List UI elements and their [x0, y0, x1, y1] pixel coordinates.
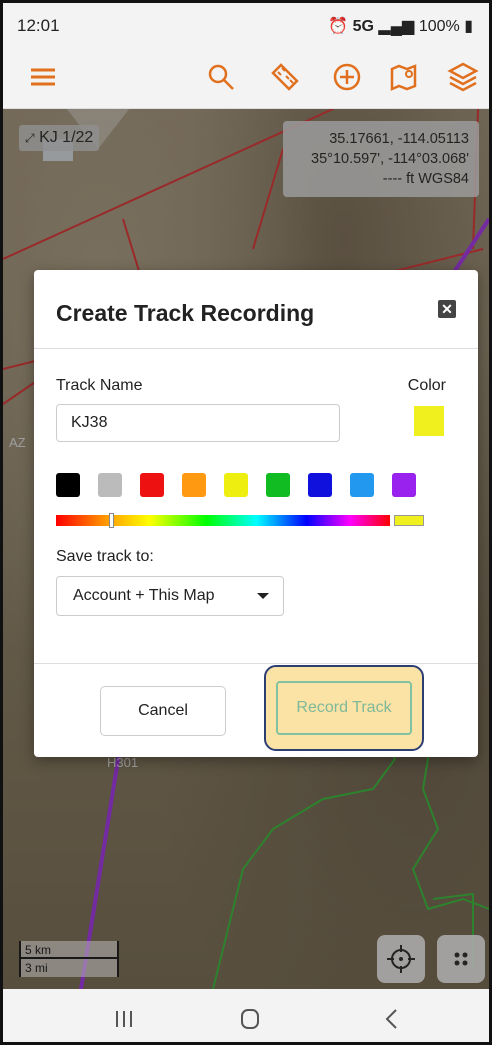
save-to-select[interactable]: Account + This Map [56, 576, 284, 616]
home-button[interactable] [235, 1005, 265, 1033]
signal-icon: ▂▄▆ [378, 18, 415, 35]
add-icon [333, 63, 361, 91]
color-swatch[interactable] [392, 473, 416, 497]
measure-button[interactable] [267, 59, 303, 95]
battery-icon: ▮ [464, 18, 473, 35]
map-marker-button[interactable] [387, 59, 423, 95]
ruler-icon [271, 63, 299, 91]
spectrum-color-chip [394, 515, 424, 526]
divider [34, 348, 478, 349]
home-icon [241, 1009, 259, 1029]
color-swatch[interactable] [140, 473, 164, 497]
selected-color-preview[interactable] [414, 406, 444, 436]
back-button[interactable] [377, 1005, 407, 1033]
color-swatch[interactable] [266, 473, 290, 497]
system-nav-bar [3, 989, 489, 1042]
search-icon [208, 64, 234, 90]
color-swatch[interactable] [182, 473, 206, 497]
spectrum-handle[interactable] [109, 513, 114, 528]
close-icon: ✕ [441, 301, 453, 317]
cancel-button[interactable]: Cancel [100, 686, 226, 736]
search-button[interactable] [203, 59, 239, 95]
record-track-button[interactable]: Record Track [276, 681, 412, 735]
color-swatch[interactable] [308, 473, 332, 497]
color-swatch[interactable] [56, 473, 80, 497]
map-marker-icon [390, 64, 417, 91]
battery-level: 100% [418, 18, 460, 35]
add-button[interactable] [329, 59, 365, 95]
track-name-input[interactable]: KJ38 [56, 404, 340, 442]
network-type: 5G [352, 18, 374, 35]
app-toolbar [3, 47, 489, 109]
status-bar: 12:01 ⏰ 5G ▂▄▆ 100% ▮ [3, 3, 489, 47]
menu-button[interactable] [25, 59, 61, 95]
track-name-label: Track Name [56, 377, 143, 394]
divider [34, 663, 478, 664]
phone-screen: ⤢ KJ 1/22 35.17661, -114.05113 35°10.597… [0, 0, 492, 1045]
chevron-down-icon [257, 593, 269, 599]
recent-apps-icon [116, 1011, 132, 1027]
status-time: 12:01 [17, 16, 60, 35]
close-button[interactable]: ✕ [438, 300, 456, 318]
color-label: Color [407, 377, 446, 394]
save-to-label: Save track to: [56, 548, 154, 565]
layers-icon [447, 62, 479, 92]
color-swatch[interactable] [224, 473, 248, 497]
save-to-value: Account + This Map [73, 587, 215, 604]
layers-button[interactable] [445, 59, 481, 95]
menu-icon [31, 68, 55, 86]
dialog-title: Create Track Recording [56, 300, 315, 326]
color-swatch[interactable] [350, 473, 374, 497]
color-spectrum-slider[interactable] [56, 513, 390, 528]
alarm-icon: ⏰ [328, 18, 349, 35]
back-icon [385, 1009, 397, 1029]
recent-apps-button[interactable] [109, 1005, 139, 1033]
status-indicators: ⏰ 5G ▂▄▆ 100% ▮ [328, 16, 473, 36]
color-swatch[interactable] [98, 473, 122, 497]
record-track-highlight: Record Track [264, 665, 424, 751]
create-track-dialog: Create Track Recording ✕ Track Name Colo… [34, 270, 478, 757]
